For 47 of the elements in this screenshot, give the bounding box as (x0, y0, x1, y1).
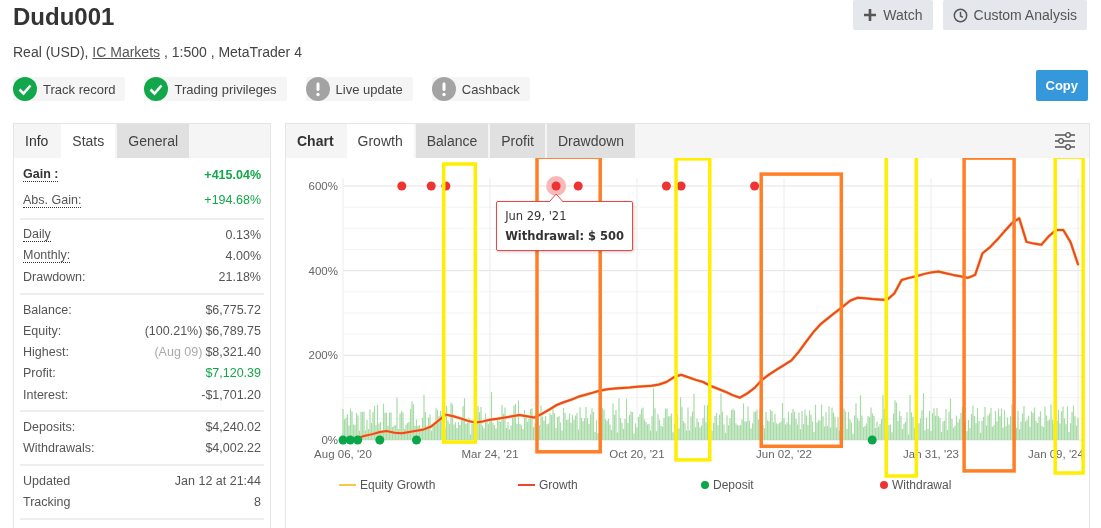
axis-label: Oct 20, '21 (609, 448, 665, 460)
axis-label: 200% (308, 349, 338, 362)
stat-note: (100.21%) (144, 323, 203, 338)
stat-label: Abs. Gain: (23, 192, 82, 208)
status-badge: Live update (305, 77, 413, 101)
panel-title: Info (24, 132, 50, 151)
stat-value: 21.18% (218, 270, 261, 285)
stat-label: Daily (23, 227, 51, 243)
stat-label: Drawdown: (23, 270, 86, 285)
axis-label: 400% (308, 264, 338, 277)
axis-label: Aug 06, '20 (314, 448, 372, 460)
stat-value: 0.13% (225, 227, 261, 242)
account-title: Dudu001 (13, 3, 115, 31)
stat-label: Tracking (23, 494, 71, 509)
stat-value: $7,120.39 (205, 366, 261, 381)
stat-label: Highest: (23, 345, 69, 360)
stat-label: Updated (23, 473, 71, 488)
stat-value: $8,321.40 (205, 345, 261, 360)
stat-value: $6,775.72 (205, 302, 261, 317)
chart-tooltip: Jun 29, '21 Withdrawal: $ 500 (496, 201, 634, 251)
stat-value: 8 (254, 494, 261, 509)
stat-label: Withdrawals: (23, 441, 95, 456)
stat-label: Profit: (23, 366, 56, 381)
stat-value: +415.04% (204, 167, 261, 182)
stat-value: 4.00% (225, 248, 261, 263)
status-badge: Trading privileges (144, 77, 287, 101)
stat-value: $4,002.22 (205, 441, 261, 456)
axis-label: Jun 02, '22 (756, 448, 812, 460)
stat-note: (Aug 09) (154, 345, 203, 360)
stat-label: Deposits: (23, 420, 76, 434)
stat-label: Balance: (23, 302, 72, 317)
axis-label: 0% (321, 434, 338, 446)
axis-label: 600% (308, 180, 338, 192)
stat-value: $4,240.02 (205, 420, 261, 434)
stat-value: -$1,701.20 (201, 387, 261, 402)
axis-label: Mar 24, '21 (461, 448, 519, 460)
stat-label: Gain : (23, 167, 59, 183)
stat-value: +194.68% (204, 193, 261, 208)
stat-value: $6,789.75 (205, 323, 261, 338)
stat-label: Monthly: (23, 248, 71, 264)
status-badge: Cashback (431, 77, 530, 101)
stat-value: Jan 12 at 21:44 (174, 473, 261, 488)
stat-label: Equity: (23, 323, 62, 338)
panel-title: Chart (296, 132, 335, 151)
stat-label: Interest: (23, 387, 69, 402)
account-info: Real (USD), IC Markets , 1:500 , MetaTrader 4 (13, 43, 303, 62)
status-badge: Track record (13, 77, 126, 101)
